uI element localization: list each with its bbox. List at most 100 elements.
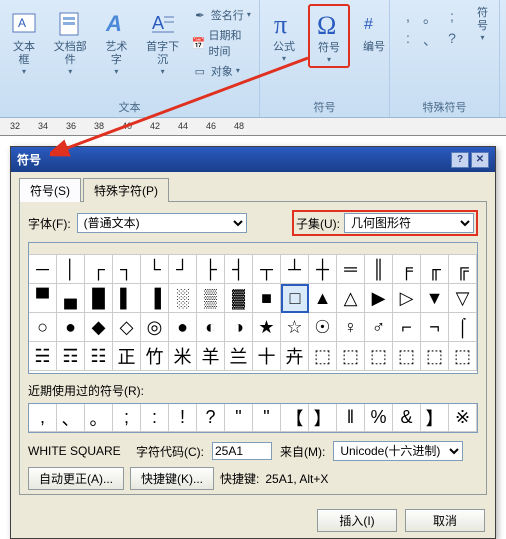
symbol-cell[interactable]: 米 <box>169 342 197 371</box>
symbol-cell[interactable]: ▓ <box>225 284 253 313</box>
textbox-button[interactable]: A 文本框 ▾ <box>4 4 44 79</box>
symbol-cell[interactable]: ▌ <box>113 284 141 313</box>
symbol-cell[interactable]: ⬚ <box>393 342 421 371</box>
symbol-cell[interactable]: ░ <box>169 284 197 313</box>
recent-symbol-cell[interactable]: % <box>365 404 393 432</box>
symbol-cell[interactable]: ┬ <box>253 255 281 284</box>
symbol-cell[interactable]: ⬚ <box>337 342 365 371</box>
from-select[interactable]: Unicode(十六进制) <box>333 441 463 461</box>
code-input[interactable] <box>212 442 272 460</box>
equation-button[interactable]: π 公式 ▾ <box>264 4 304 66</box>
autocorrect-button[interactable]: 自动更正(A)... <box>28 467 124 490</box>
symbol-cell[interactable]: ┌ <box>85 255 113 284</box>
symbol-cell[interactable]: 卉 <box>281 342 309 371</box>
special-char[interactable]: , <box>398 8 418 28</box>
symbol-cell[interactable]: ☵ <box>29 342 57 371</box>
symbol-cell[interactable]: ⬚ <box>309 342 337 371</box>
symbol-cell[interactable]: ● <box>57 313 85 342</box>
symbol-cell[interactable]: 十 <box>253 342 281 371</box>
symbol-cell[interactable]: ◇ <box>113 313 141 342</box>
recent-symbol-cell[interactable]: , <box>29 404 57 432</box>
special-char[interactable]: 。 <box>420 8 440 28</box>
symbol-cell[interactable]: ◎ <box>141 313 169 342</box>
symbol-cell[interactable]: ▲ <box>309 284 337 313</box>
symbol-cell[interactable]: ⬚ <box>449 342 477 371</box>
cancel-button[interactable]: 取消 <box>405 509 485 532</box>
datetime-button[interactable]: 📅日期和时间 <box>189 26 255 60</box>
symbol-cell[interactable]: ◐ <box>197 313 225 342</box>
symbol-cell[interactable]: ▼ <box>421 284 449 313</box>
subset-select[interactable]: 几何图形符 <box>344 213 474 233</box>
symbol-cell[interactable]: ☆ <box>281 313 309 342</box>
shortcut-button[interactable]: 快捷键(K)... <box>130 467 214 490</box>
symbol-cell[interactable]: ▶ <box>365 284 393 313</box>
recent-symbol-cell[interactable]: 。 <box>85 404 113 432</box>
symbol-cell[interactable]: ⌠ <box>449 313 477 342</box>
special-char[interactable]: ; <box>442 8 462 28</box>
close-button[interactable]: ✕ <box>471 152 489 168</box>
symbol-cell[interactable]: ▷ <box>393 284 421 313</box>
recent-symbol-cell[interactable]: ! <box>169 404 197 432</box>
recent-symbol-cell[interactable]: 】 <box>421 404 449 432</box>
symbol-cell[interactable]: ■ <box>253 284 281 313</box>
wordart-button[interactable]: A 艺术字 ▾ <box>96 4 136 79</box>
symbol-cell[interactable]: ⌐ <box>393 313 421 342</box>
symbol-cell[interactable]: ♀ <box>337 313 365 342</box>
symbol-cell[interactable]: ▒ <box>197 284 225 313</box>
symbol-cell[interactable]: ▐ <box>141 284 169 313</box>
symbol-cell[interactable]: ║ <box>365 255 393 284</box>
font-select[interactable]: (普通文本) <box>77 213 247 233</box>
dropcap-button[interactable]: A 首字下沉 ▾ <box>140 4 184 79</box>
symbol-cell[interactable]: ─ <box>29 255 57 284</box>
symbol-cell[interactable]: ♂ <box>365 313 393 342</box>
symbol-cell[interactable]: ○ <box>29 313 57 342</box>
object-button[interactable]: ▭对象 ▾ <box>189 62 255 80</box>
signature-button[interactable]: ✒签名行 ▾ <box>189 6 255 24</box>
special-char[interactable]: 、 <box>420 30 440 50</box>
symbol-cell[interactable]: △ <box>337 284 365 313</box>
symbol-cell[interactable]: 正 <box>113 342 141 371</box>
symbol-cell[interactable]: □ <box>281 284 309 313</box>
insert-button[interactable]: 插入(I) <box>317 509 397 532</box>
symbol-cell[interactable]: ☷ <box>85 342 113 371</box>
special-symbol-button[interactable]: 符号 ▾ <box>470 4 495 45</box>
symbol-button[interactable]: Ω 符号 ▾ <box>308 4 350 68</box>
tab-symbols[interactable]: 符号(S) <box>19 178 81 202</box>
recent-symbol-cell[interactable]: ‖ <box>337 404 365 432</box>
symbol-cell[interactable]: └ <box>141 255 169 284</box>
symbol-cell[interactable]: ◆ <box>85 313 113 342</box>
symbol-cell[interactable]: 兰 <box>225 342 253 371</box>
symbol-cell[interactable]: ¬ <box>421 313 449 342</box>
symbol-cell[interactable]: ┼ <box>309 255 337 284</box>
symbol-cell[interactable]: ★ <box>253 313 281 342</box>
symbol-cell[interactable]: ┴ <box>281 255 309 284</box>
recent-symbol-cell[interactable]: 】 <box>309 404 337 432</box>
symbol-cell[interactable]: ╓ <box>421 255 449 284</box>
symbol-cell[interactable]: ╔ <box>449 255 477 284</box>
symbol-cell[interactable]: ⬚ <box>421 342 449 371</box>
symbol-cell[interactable]: │ <box>57 255 85 284</box>
symbol-cell[interactable]: ┘ <box>169 255 197 284</box>
symbol-cell[interactable]: ╒ <box>393 255 421 284</box>
dialog-titlebar[interactable]: 符号 ? ✕ <box>11 147 495 172</box>
symbol-cell[interactable]: ☶ <box>57 342 85 371</box>
recent-symbol-cell[interactable]: & <box>393 404 421 432</box>
special-char[interactable]: ? <box>442 30 462 50</box>
special-char[interactable]: : <box>398 30 418 50</box>
symbol-cell[interactable]: 羊 <box>197 342 225 371</box>
symbol-cell[interactable]: █ <box>85 284 113 313</box>
symbol-cell[interactable]: ▄ <box>57 284 85 313</box>
symbol-cell[interactable]: 竹 <box>141 342 169 371</box>
symbol-cell[interactable]: ├ <box>197 255 225 284</box>
recent-symbol-cell[interactable]: " <box>225 404 253 432</box>
recent-symbol-cell[interactable]: : <box>141 404 169 432</box>
recent-symbol-cell[interactable]: ※ <box>449 404 477 432</box>
recent-symbol-cell[interactable]: ? <box>197 404 225 432</box>
help-button[interactable]: ? <box>451 152 469 168</box>
symbol-cell[interactable]: ◑ <box>225 313 253 342</box>
number-button[interactable]: # 编号 <box>354 4 394 57</box>
symbol-cell[interactable]: ═ <box>337 255 365 284</box>
symbol-cell[interactable]: ┐ <box>113 255 141 284</box>
docparts-button[interactable]: 文档部件 ▾ <box>48 4 92 79</box>
recent-symbol-cell[interactable]: ; <box>113 404 141 432</box>
